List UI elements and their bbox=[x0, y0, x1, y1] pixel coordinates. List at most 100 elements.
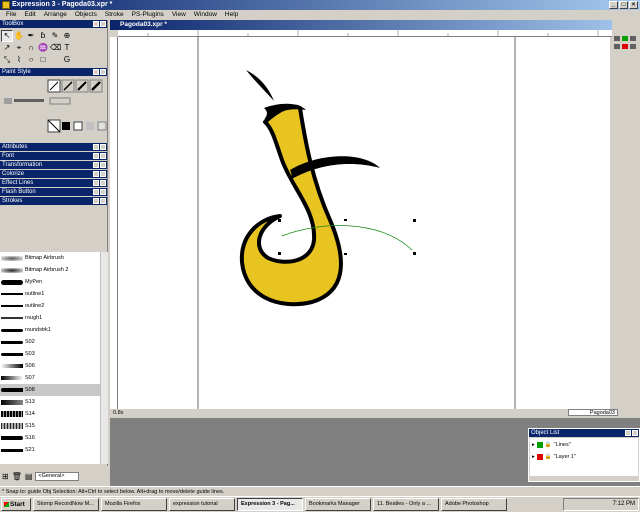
hand-tool-icon[interactable]: ✋ bbox=[13, 30, 25, 42]
paint-style-header[interactable]: Paint Style bbox=[0, 68, 107, 76]
guide-curve[interactable] bbox=[281, 225, 413, 251]
panel-menu-icon[interactable] bbox=[93, 153, 99, 159]
strokes-scrollbar[interactable] bbox=[100, 252, 108, 464]
layer-color-swatch[interactable] bbox=[536, 454, 543, 460]
panel-menu-icon[interactable] bbox=[625, 430, 631, 436]
task-recordnow[interactable]: Stomp RecordNow M... bbox=[33, 498, 99, 511]
pencil-tool-icon[interactable]: ✎ bbox=[49, 30, 61, 42]
expand-arrow-icon[interactable]: ▸ bbox=[532, 442, 535, 448]
list-item[interactable]: S14 bbox=[0, 408, 100, 420]
list-item[interactable]: S07 bbox=[0, 372, 100, 384]
panel-close-icon[interactable] bbox=[100, 162, 106, 168]
text-tool-icon[interactable]: T bbox=[61, 42, 73, 54]
layer-color-swatch[interactable] bbox=[536, 442, 543, 448]
select-tool-icon[interactable]: ↖ bbox=[1, 30, 13, 42]
yellow-hook-shape[interactable] bbox=[239, 104, 343, 307]
toolbox-header[interactable]: ToolBox bbox=[0, 20, 107, 28]
panel-menu-icon[interactable] bbox=[93, 162, 99, 168]
strokes-header[interactable]: Strokes bbox=[0, 197, 107, 205]
list-item[interactable]: outline2 bbox=[0, 300, 100, 312]
drawing-canvas[interactable] bbox=[118, 37, 610, 409]
transformation-header[interactable]: Transformation bbox=[0, 161, 107, 169]
layer-row-lines[interactable]: ▸ 🔒 "Lines" bbox=[532, 440, 571, 450]
list-item[interactable]: Bitmap Airbrush 2 bbox=[0, 264, 100, 276]
panel-menu-icon[interactable] bbox=[93, 21, 99, 27]
document-name-field[interactable]: Pagoda03 bbox=[568, 409, 618, 416]
font-header[interactable]: Font bbox=[0, 152, 107, 160]
curve-tool-icon[interactable]: ∩ bbox=[25, 42, 37, 54]
layer-lock-icon[interactable] bbox=[630, 44, 636, 49]
task-expression-tutorial[interactable]: expression tutorial bbox=[169, 498, 235, 511]
task-firefox[interactable]: Mozilla Firefox bbox=[101, 498, 167, 511]
menu-ps-plugins[interactable]: PS-Plugins bbox=[128, 10, 168, 20]
scale-tool-icon[interactable]: ⤡ bbox=[1, 54, 13, 66]
fill-solid-swatch[interactable] bbox=[62, 122, 70, 130]
layer-lock-icon[interactable] bbox=[630, 36, 636, 41]
list-item[interactable]: MyPen bbox=[0, 276, 100, 288]
maximize-button[interactable]: □ bbox=[619, 1, 628, 9]
menu-arrange[interactable]: Arrange bbox=[40, 10, 71, 20]
node-tool-icon[interactable]: ⌖ bbox=[13, 42, 25, 54]
panel-close-icon[interactable] bbox=[100, 198, 106, 204]
top-flick-stroke[interactable] bbox=[246, 70, 274, 101]
list-item[interactable]: S21 bbox=[0, 444, 100, 456]
panel-close-icon[interactable] bbox=[100, 180, 106, 186]
panel-menu-icon[interactable] bbox=[93, 189, 99, 195]
delete-stroke-icon[interactable]: 🗑 bbox=[12, 472, 22, 481]
task-bookmarks[interactable]: Bookmarks Manager bbox=[305, 498, 371, 511]
stroke-width-field[interactable] bbox=[49, 97, 71, 105]
list-item[interactable]: S16 bbox=[0, 432, 100, 444]
paint-tool-icon[interactable]: ♒ bbox=[37, 42, 49, 54]
pen-tool-icon[interactable]: ✒ bbox=[25, 30, 37, 42]
stroke-color-swatch[interactable] bbox=[4, 98, 12, 104]
clock[interactable]: 7:12 PM bbox=[613, 501, 635, 507]
vertical-ruler[interactable] bbox=[110, 37, 118, 409]
stroke-options-icon[interactable]: ▤ bbox=[25, 472, 33, 481]
list-item[interactable]: S13 bbox=[0, 396, 100, 408]
fill-white-swatch[interactable] bbox=[73, 121, 83, 131]
zoom-level[interactable]: 0.8x bbox=[113, 409, 123, 417]
panel-menu-icon[interactable] bbox=[93, 171, 99, 177]
layer-color-icon[interactable] bbox=[622, 44, 628, 49]
eyedropper-tool-icon[interactable]: ⌇ bbox=[13, 54, 25, 66]
list-item[interactable]: S03 bbox=[0, 348, 100, 360]
panel-close-icon[interactable] bbox=[100, 69, 106, 75]
rectangle-tool-icon[interactable]: □ bbox=[37, 54, 49, 66]
rotate-tool-icon[interactable]: G bbox=[61, 54, 73, 66]
brush-tool-icon[interactable]: ɓ bbox=[37, 30, 49, 42]
subselect-tool-icon[interactable]: ↗ bbox=[1, 42, 13, 54]
task-expression-3[interactable]: Expression 3 - Pag... bbox=[237, 498, 303, 511]
handle-bottom-left[interactable] bbox=[278, 252, 281, 255]
lock-icon[interactable]: 🔒 bbox=[545, 454, 552, 460]
panel-close-icon[interactable] bbox=[100, 144, 106, 150]
menu-objects[interactable]: Objects bbox=[71, 10, 101, 20]
list-item[interactable]: rough1 bbox=[0, 312, 100, 324]
new-stroke-icon[interactable]: ⊞ bbox=[2, 472, 9, 481]
handle-top[interactable] bbox=[344, 219, 347, 221]
panel-menu-icon[interactable] bbox=[93, 69, 99, 75]
fill-pattern-swatch[interactable] bbox=[86, 122, 94, 130]
task-photoshop[interactable]: Adobe Photoshop bbox=[441, 498, 507, 511]
task-beatles[interactable]: 11. Beatles - Only a ... bbox=[373, 498, 439, 511]
expand-arrow-icon[interactable]: ▸ bbox=[532, 454, 535, 460]
layer-color-icon[interactable] bbox=[622, 36, 628, 41]
menu-stroke[interactable]: Stroke bbox=[101, 10, 128, 20]
handle-top-right[interactable] bbox=[413, 219, 416, 222]
menu-help[interactable]: Help bbox=[221, 10, 242, 20]
list-item-selected[interactable]: S08 bbox=[0, 384, 100, 396]
fill-texture-swatch[interactable] bbox=[97, 121, 107, 131]
panel-menu-icon[interactable] bbox=[93, 198, 99, 204]
layer-visibility-icon[interactable] bbox=[614, 36, 620, 41]
layer-visibility-icon[interactable] bbox=[614, 44, 620, 49]
stroke-category-select[interactable]: <General> bbox=[35, 471, 80, 481]
zoom-tool-icon[interactable]: ⊕ bbox=[61, 30, 73, 42]
handle-bottom[interactable] bbox=[344, 253, 347, 255]
minimize-button[interactable]: _ bbox=[609, 1, 618, 9]
panel-close-icon[interactable] bbox=[632, 430, 638, 436]
list-item[interactable]: S02 bbox=[0, 336, 100, 348]
close-button[interactable]: × bbox=[629, 1, 638, 9]
object-list-header[interactable]: Object List bbox=[529, 429, 639, 437]
flash-button-header[interactable]: Flash Button bbox=[0, 188, 107, 196]
menu-file[interactable]: File bbox=[2, 10, 20, 20]
knife-tool-icon[interactable]: ⌫ bbox=[49, 42, 61, 54]
